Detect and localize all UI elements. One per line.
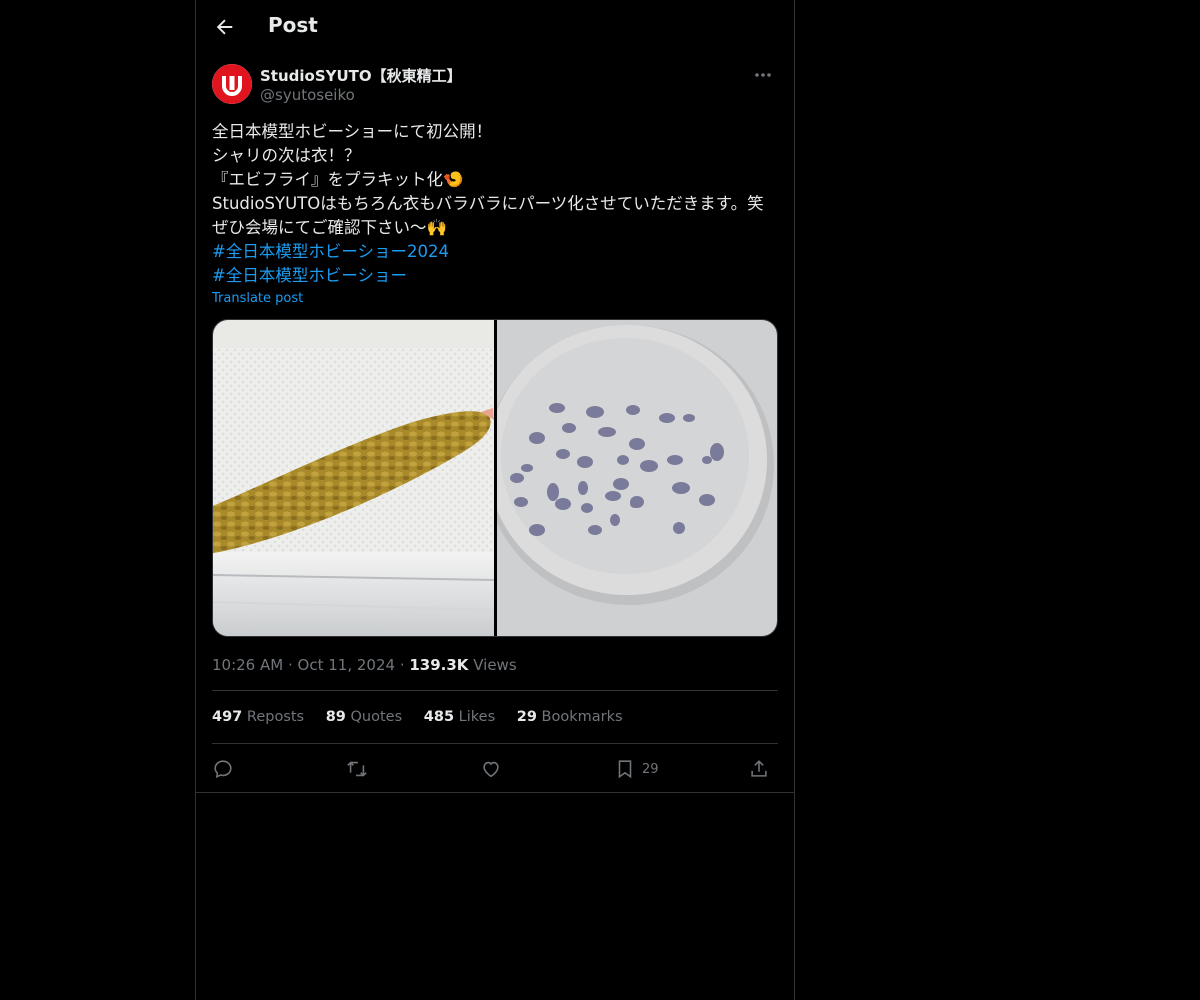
hashtag-link[interactable]: #全日本模型ホビーショー — [212, 266, 407, 285]
post-text-line: ぜひ会場にてご確認下さい〜🙌 — [212, 218, 448, 237]
post-meta: 10:26 AM · Oct 11, 2024 · 139.3K Views — [212, 656, 517, 674]
hashtag-link[interactable]: #全日本模型ホビーショー2024 — [212, 242, 449, 261]
repost-icon — [347, 761, 367, 777]
bookmarks-label: Bookmarks — [541, 709, 623, 725]
reply-icon — [214, 760, 232, 779]
back-arrow-icon[interactable] — [212, 14, 238, 40]
share-icon — [751, 760, 767, 777]
post-text-line: 『エビフライ』をプラキット化🍤 — [212, 170, 464, 189]
photo-fried-shrimp[interactable] — [213, 320, 494, 636]
like-icon — [483, 761, 499, 778]
post-time[interactable]: 10:26 AM — [212, 656, 283, 674]
post-text-line: シャリの次は衣！？ — [212, 146, 361, 165]
translate-post-link[interactable]: Translate post — [212, 291, 303, 306]
repost-button[interactable] — [346, 754, 368, 784]
like-button[interactable] — [480, 754, 502, 784]
bookmarks-stat[interactable]: 29 Bookmarks — [517, 709, 623, 725]
author-row: StudioSYUTO【秋東精工】 @syutoseiko — [212, 64, 778, 108]
top-bar: Post — [196, 0, 794, 53]
bookmark-button[interactable]: 29 — [614, 754, 659, 784]
views-count: 139.3K — [409, 656, 469, 674]
author-display-name[interactable]: StudioSYUTO【秋東精工】 — [260, 65, 462, 86]
quotes-count: 89 — [325, 709, 346, 725]
divider — [196, 792, 794, 793]
more-options-icon[interactable] — [748, 64, 778, 86]
quotes-label: Quotes — [350, 709, 403, 725]
reply-button[interactable] — [212, 754, 234, 784]
likes-count: 485 — [423, 709, 455, 725]
divider — [212, 743, 778, 744]
likes-label: Likes — [458, 709, 496, 725]
bookmark-icon — [618, 760, 632, 779]
post-date[interactable]: Oct 11, 2024 — [298, 656, 396, 674]
photo-breading-parts[interactable] — [497, 320, 777, 636]
page-title: Post — [268, 13, 318, 37]
views-label: Views — [473, 656, 517, 674]
media-grid — [212, 319, 778, 637]
meta-separator: · — [287, 656, 298, 674]
avatar[interactable] — [212, 64, 252, 104]
engagement-stats: 497 Reposts 89 Quotes 485 Likes 29 Bookm… — [212, 709, 640, 725]
likes-stat[interactable]: 485 Likes — [424, 709, 495, 725]
post-text-line: 全日本模型ホビーショーにて初公開！ — [212, 122, 493, 141]
post-column: Post StudioSYUTO【秋東精工】 @syutoseiko 全日本模型… — [195, 0, 795, 1000]
meta-separator: · — [399, 656, 410, 674]
quotes-stat[interactable]: 89 Quotes — [326, 709, 402, 725]
bookmark-count: 29 — [642, 761, 659, 777]
author-handle[interactable]: @syutoseiko — [260, 86, 355, 104]
divider — [212, 690, 778, 691]
bookmarks-count: 29 — [516, 709, 537, 725]
share-button[interactable] — [748, 754, 770, 784]
reposts-count: 497 — [212, 709, 243, 725]
post-text: 全日本模型ホビーショーにて初公開！ シャリの次は衣！？ 『エビフライ』をプラキッ… — [212, 120, 782, 288]
reposts-stat[interactable]: 497 Reposts — [212, 709, 304, 725]
post-text-line: StudioSYUTOはもちろん衣もバラバラにパーツ化させていただきます。笑 — [212, 194, 764, 213]
reposts-label: Reposts — [246, 709, 305, 725]
action-bar: 29 — [212, 754, 778, 784]
